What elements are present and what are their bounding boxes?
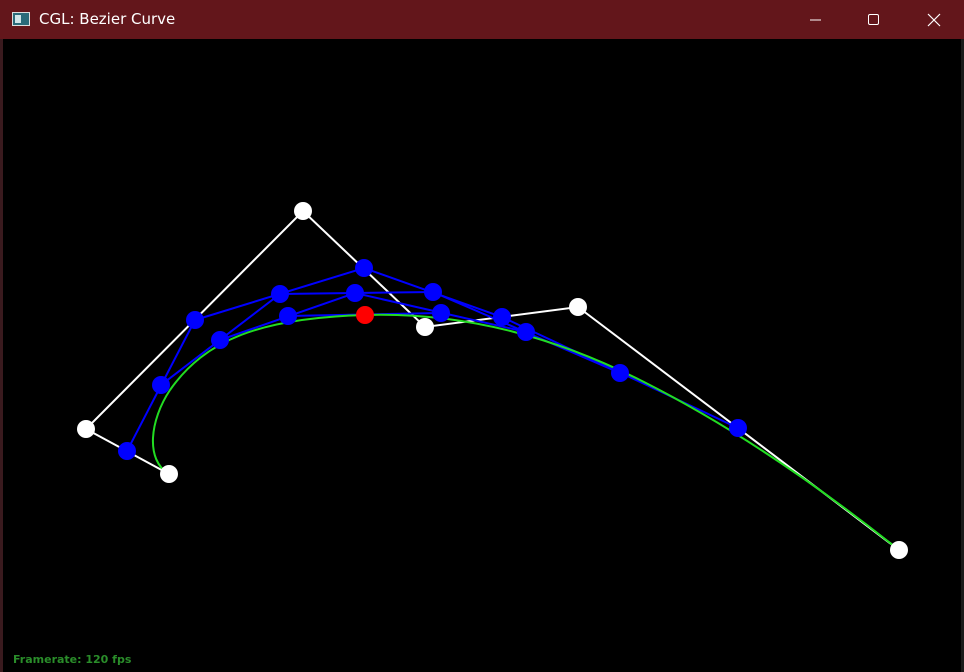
control-point[interactable] <box>890 541 908 559</box>
control-point[interactable] <box>416 318 434 336</box>
bezier-canvas[interactable] <box>0 0 964 672</box>
control-points <box>77 202 908 559</box>
control-polygon <box>84 209 900 551</box>
intermediate-point[interactable] <box>611 364 629 382</box>
evaluated-point[interactable] <box>356 306 374 324</box>
intermediate-point[interactable] <box>211 331 229 349</box>
control-point[interactable] <box>569 298 587 316</box>
intermediate-point[interactable] <box>432 304 450 322</box>
intermediate-point[interactable] <box>355 259 373 277</box>
intermediate-point[interactable] <box>271 285 289 303</box>
control-point[interactable] <box>294 202 312 220</box>
framerate-label: Framerate: 120 fps <box>13 653 132 666</box>
intermediate-point[interactable] <box>424 283 442 301</box>
app-window: CGL: Bezier Curve Framerate: 120 fps <box>0 0 964 672</box>
intermediate-point[interactable] <box>729 419 747 437</box>
intermediate-point[interactable] <box>279 307 297 325</box>
intermediate-point[interactable] <box>517 323 535 341</box>
control-point[interactable] <box>77 420 95 438</box>
intermediate-point[interactable] <box>186 311 204 329</box>
intermediate-point[interactable] <box>152 376 170 394</box>
intermediate-points <box>118 259 747 460</box>
intermediate-point[interactable] <box>118 442 136 460</box>
intermediate-point[interactable] <box>493 308 511 326</box>
casteljau-level-2 <box>160 290 621 386</box>
bezier-curve <box>151 313 900 551</box>
intermediate-point[interactable] <box>346 284 364 302</box>
control-point[interactable] <box>160 465 178 483</box>
